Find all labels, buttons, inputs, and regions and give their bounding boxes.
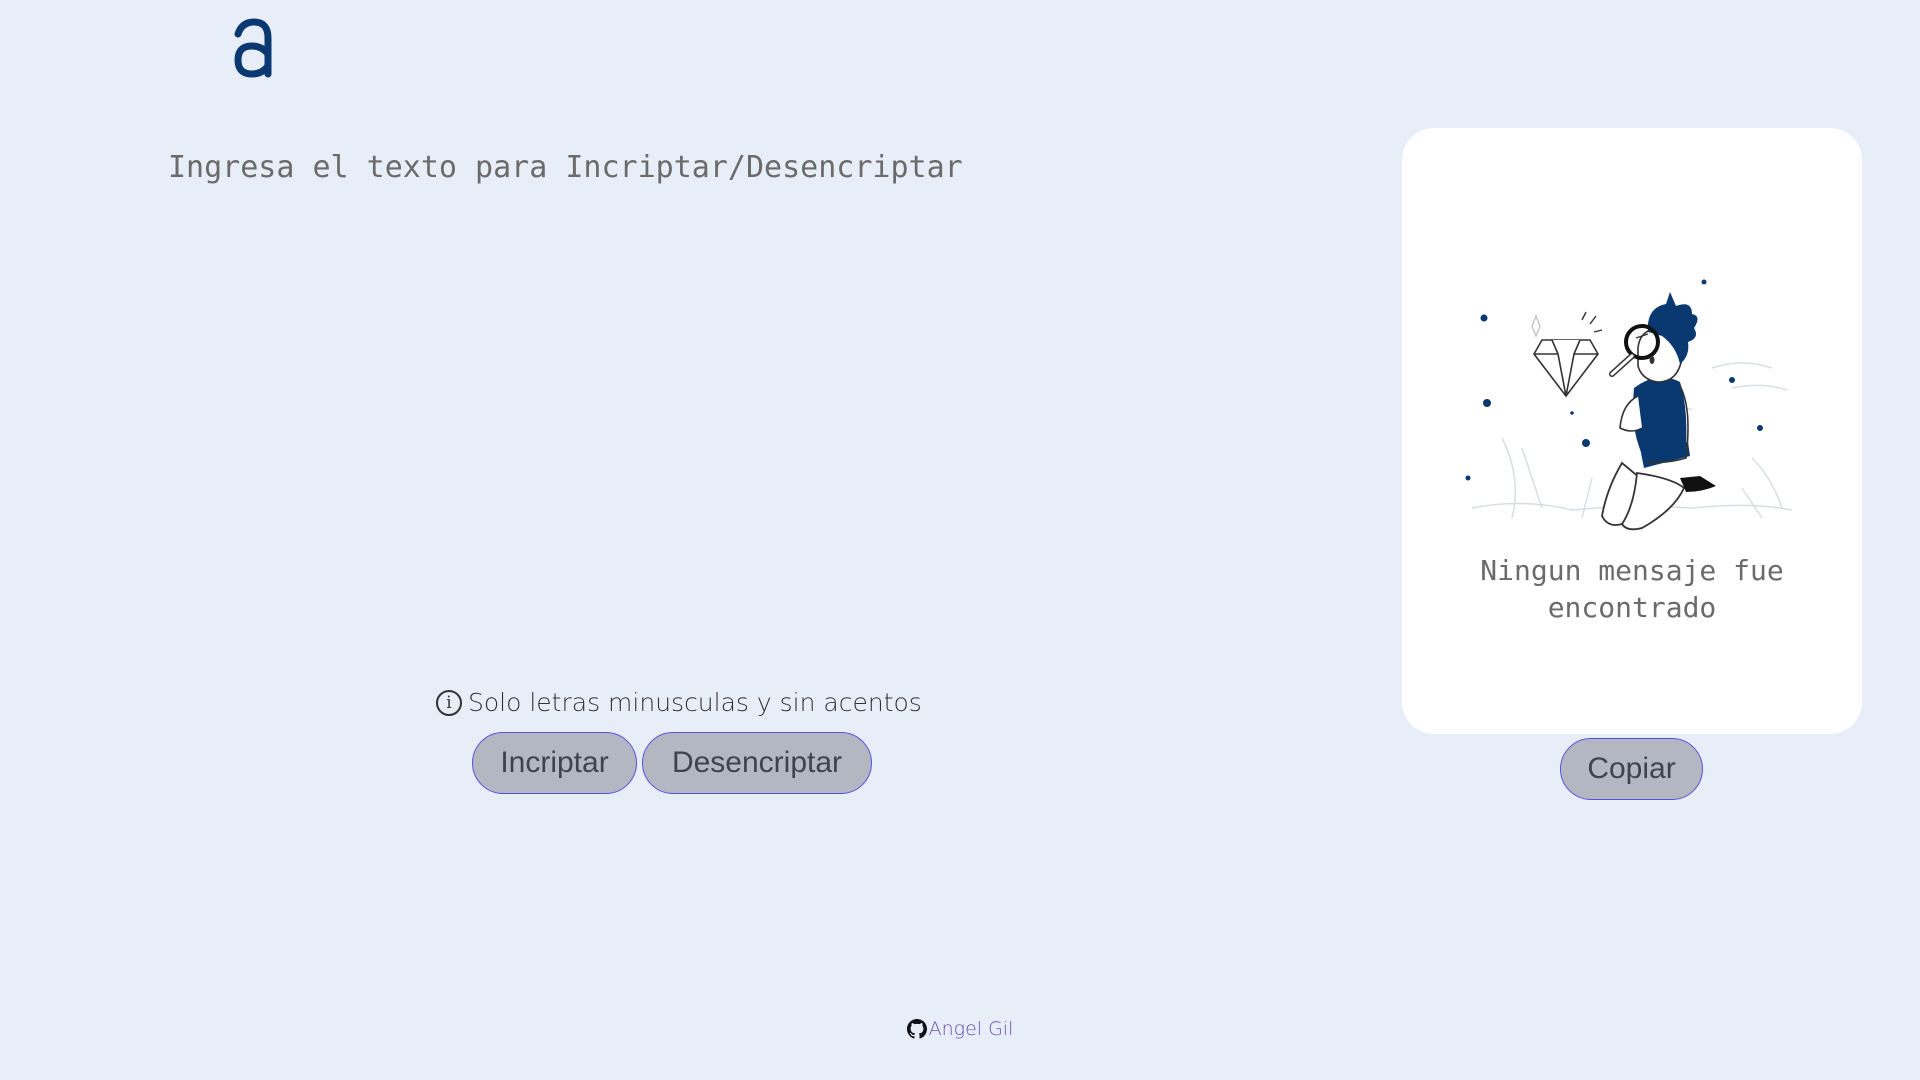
encrypt-button[interactable]: Incriptar (472, 732, 637, 794)
author-link[interactable]: Angel Gil (929, 1018, 1014, 1040)
footer: Angel Gil (0, 1018, 1920, 1040)
person-with-magnifying-glass-illustration (1465, 279, 1793, 531)
text-input[interactable] (168, 150, 1348, 630)
empty-output-message: Ningun mensaje fue encontrado (1480, 554, 1784, 624)
output-panel: Ningun mensaje fue encontrado (1402, 128, 1862, 734)
decrypt-button[interactable]: Desencriptar (642, 732, 872, 794)
copy-button[interactable]: Copiar (1560, 738, 1703, 800)
hint-text: Solo letras minusculas y sin acentos (468, 688, 922, 717)
input-hint: i Solo letras minusculas y sin acentos (436, 688, 922, 717)
github-icon (906, 1019, 927, 1039)
info-icon: i (436, 689, 462, 716)
alura-logo-icon (234, 18, 272, 78)
